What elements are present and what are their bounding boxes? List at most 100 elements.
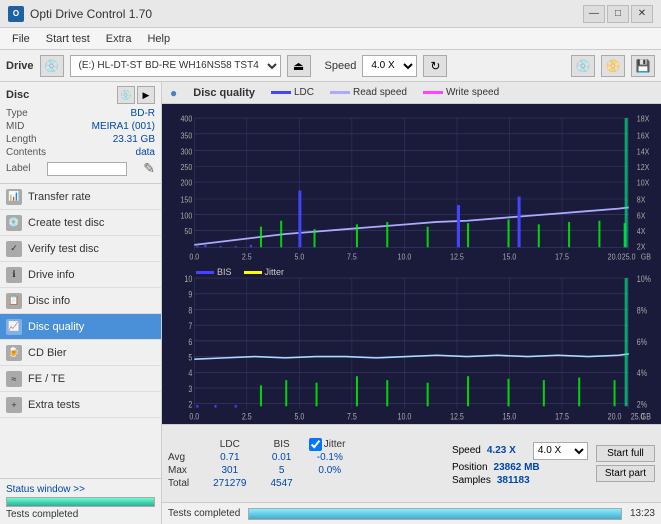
svg-text:350: 350 — [181, 131, 193, 141]
bottom-progress-container — [248, 508, 622, 520]
bottom-status-text: Tests completed — [168, 508, 240, 519]
svg-text:20.0: 20.0 — [608, 252, 622, 262]
svg-text:0.0: 0.0 — [189, 252, 199, 262]
nav-verify-test-disc[interactable]: ✓ Verify test disc — [0, 236, 161, 262]
disc-length-row: Length 23.31 GB — [6, 134, 155, 145]
label-input[interactable] — [47, 162, 127, 176]
nav-items: 📊 Transfer rate 💿 Create test disc ✓ Ver… — [0, 184, 161, 478]
jitter-checkbox[interactable] — [309, 438, 322, 451]
save-button[interactable]: 💾 — [631, 55, 655, 77]
minimize-button[interactable]: — — [583, 5, 605, 23]
speed-row: Speed 4.23 X 4.0 X — [452, 442, 588, 460]
total-ldc: 271279 — [201, 477, 258, 490]
main-content: Disc 💿 ▶ Type BD-R MID MEIRA1 (001) Leng… — [0, 82, 661, 524]
speed-select[interactable]: 4.0 X — [362, 55, 417, 77]
mid-label: MID — [6, 121, 24, 132]
disc-quality-title: Disc quality — [193, 87, 255, 99]
charts-container: 400 350 300 250 200 150 100 50 18X 16X 1… — [162, 104, 661, 424]
bis-chart-svg: 10 9 8 7 6 5 4 3 2 10% 8% 6% 4% 2% 0.0 — [164, 265, 659, 422]
nav-extra-tests[interactable]: + Extra tests — [0, 392, 161, 418]
menu-start-test[interactable]: Start test — [38, 31, 98, 47]
disc-mid-row: MID MEIRA1 (001) — [6, 121, 155, 132]
maximize-button[interactable]: □ — [607, 5, 629, 23]
svg-text:20.0: 20.0 — [608, 412, 622, 422]
svg-text:15.0: 15.0 — [503, 412, 517, 422]
status-window-btn[interactable]: Status window >> — [6, 484, 85, 495]
nav-drive-info-label: Drive info — [28, 269, 74, 281]
svg-text:6%: 6% — [637, 337, 647, 347]
samples-label: Samples — [452, 475, 491, 486]
start-full-button[interactable]: Start full — [596, 445, 655, 462]
total-bis: 4547 — [259, 477, 305, 490]
svg-text:2.5: 2.5 — [242, 252, 252, 262]
samples-row: Samples 381183 — [452, 475, 588, 486]
nav-create-test-disc[interactable]: 💿 Create test disc — [0, 210, 161, 236]
svg-text:12.5: 12.5 — [450, 412, 464, 422]
drive-select[interactable]: (E:) HL-DT-ST BD-RE WH16NS58 TST4 — [70, 55, 281, 77]
max-row-label: Max — [168, 464, 201, 477]
svg-text:10: 10 — [184, 274, 192, 284]
disc-btn2[interactable]: 📀 — [601, 55, 625, 77]
contents-value: data — [136, 147, 155, 158]
nav-transfer-rate[interactable]: 📊 Transfer rate — [0, 184, 161, 210]
nav-cd-bier[interactable]: 🍺 CD Bier — [0, 340, 161, 366]
disc-icon2[interactable]: ▶ — [137, 86, 155, 104]
bottom-status-bar: Tests completed 13:23 — [162, 502, 661, 524]
start-part-button[interactable]: Start part — [596, 465, 655, 482]
eject-button[interactable]: ⏏ — [287, 55, 311, 77]
disc-quality-header: ● Disc quality LDC Read speed Write spee… — [162, 82, 661, 104]
svg-text:7.5: 7.5 — [347, 252, 357, 262]
svg-text:150: 150 — [181, 195, 193, 205]
app-icon: O — [8, 6, 24, 22]
svg-text:10.0: 10.0 — [398, 252, 412, 262]
jitter-checkbox-container: Jitter — [309, 438, 351, 451]
max-bis: 5 — [259, 464, 305, 477]
menu-file[interactable]: File — [4, 31, 38, 47]
ldc-chart: 400 350 300 250 200 150 100 50 18X 16X 1… — [164, 106, 659, 263]
nav-create-disc-label: Create test disc — [28, 217, 104, 229]
svg-text:7: 7 — [188, 321, 192, 331]
refresh-button[interactable]: ↻ — [423, 55, 447, 77]
svg-text:10%: 10% — [637, 274, 651, 284]
nav-disc-quality[interactable]: 📈 Disc quality — [0, 314, 161, 340]
bottom-progress-fill — [249, 509, 621, 519]
label-edit-icon[interactable]: ✎ — [143, 160, 155, 177]
menu-help[interactable]: Help — [139, 31, 178, 47]
bis-legend-label: BIS — [217, 267, 232, 277]
svg-text:4%: 4% — [637, 368, 647, 378]
disc-icon1[interactable]: 💿 — [117, 86, 135, 104]
jitter-label: Jitter — [324, 439, 346, 450]
svg-text:GB: GB — [641, 252, 651, 262]
nav-disc-info[interactable]: 📋 Disc info — [0, 288, 161, 314]
disc-btn1[interactable]: 💿 — [571, 55, 595, 77]
total-jitter — [305, 477, 355, 490]
drive-icon-btn[interactable]: 💿 — [40, 55, 64, 77]
svg-text:8: 8 — [188, 306, 192, 316]
svg-text:4: 4 — [188, 368, 192, 378]
svg-text:12X: 12X — [637, 162, 650, 172]
speed-select2[interactable]: 4.0 X — [533, 442, 588, 460]
legend-read-label: Read speed — [353, 87, 407, 98]
svg-text:10X: 10X — [637, 178, 650, 188]
svg-text:8%: 8% — [637, 306, 647, 316]
disc-panel: Disc 💿 ▶ Type BD-R MID MEIRA1 (001) Leng… — [0, 82, 161, 184]
speed-label: Speed — [325, 60, 357, 72]
close-button[interactable]: ✕ — [631, 5, 653, 23]
nav-fe-te[interactable]: ≈ FE / TE — [0, 366, 161, 392]
avg-jitter: -0.1% — [305, 451, 355, 464]
legend-read-speed: Read speed — [330, 87, 407, 98]
avg-bis: 0.01 — [259, 451, 305, 464]
legend-write-speed: Write speed — [423, 87, 499, 98]
svg-text:0.0: 0.0 — [189, 412, 199, 422]
extra-tests-icon: + — [6, 397, 22, 413]
svg-text:9: 9 — [188, 290, 192, 300]
menu-extra[interactable]: Extra — [98, 31, 140, 47]
svg-text:5.0: 5.0 — [294, 412, 304, 422]
speed-val: 4.23 X — [487, 445, 527, 456]
svg-text:300: 300 — [181, 147, 193, 157]
legend-write-color — [423, 91, 443, 94]
nav-drive-info[interactable]: ℹ Drive info — [0, 262, 161, 288]
svg-text:18X: 18X — [637, 114, 650, 124]
col-ldc-header: LDC — [201, 438, 258, 451]
legend-ldc: LDC — [271, 87, 314, 98]
